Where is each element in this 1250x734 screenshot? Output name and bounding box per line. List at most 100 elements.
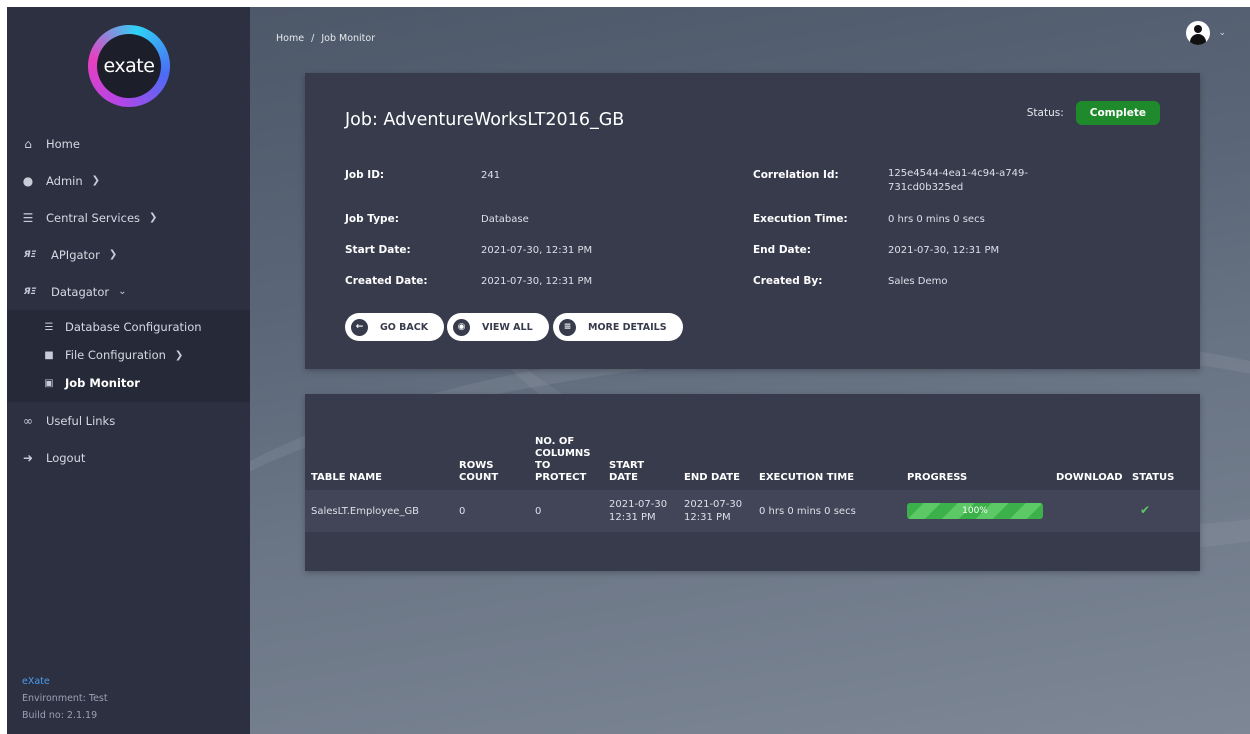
main-nav: ⌂ Home ● Admin ❯ ☰ Central Services ❯ ЯΞ…: [7, 125, 250, 310]
go-back-label: GO BACK: [380, 321, 429, 333]
sidebar-item-label: Central Services: [46, 210, 141, 225]
sidebar-item-file-configuration[interactable]: ■ File Configuration ❯: [7, 341, 250, 369]
cell-start-date: 2021-07-30 12:31 PM: [603, 490, 678, 532]
avatar-icon[interactable]: [1186, 21, 1211, 45]
chevron-right-icon: ❯: [149, 212, 158, 223]
arrow-left-icon: ←: [351, 318, 368, 336]
more-details-button[interactable]: ≡ MORE DETAILS: [553, 313, 683, 341]
chevron-down-icon[interactable]: ⌄: [1218, 28, 1226, 38]
chevron-down-icon: ⌄: [118, 286, 127, 297]
cell-execution-time: 0 hrs 0 mins 0 secs: [759, 505, 856, 517]
correlation-id-line1: 125e4544-4ea1-4c94-a749-: [888, 168, 1028, 179]
job-id-value: 241: [481, 170, 501, 181]
start-date-time: 12:31 PM: [609, 512, 656, 523]
status-label: Status:: [1026, 107, 1064, 119]
sidebar-item-label: File Configuration: [65, 348, 166, 362]
chevron-right-icon: ❯: [108, 249, 118, 260]
avatar-body: [1190, 34, 1207, 45]
cell-rows-count: 0: [459, 505, 466, 517]
eye-icon: ◉: [453, 318, 470, 336]
go-back-button[interactable]: ← GO BACK: [345, 313, 445, 341]
more-details-label: MORE DETAILS: [588, 321, 667, 333]
footer-brand[interactable]: eXate: [22, 673, 108, 690]
sidebar-item-central-services[interactable]: ☰ Central Services ❯: [7, 199, 250, 236]
end-date-date: 2021-07-30: [684, 499, 743, 510]
job-type-label: Job Type:: [345, 213, 399, 225]
col-columns-to-protect[interactable]: NO. OF COLUMNS TO PROTECT: [529, 422, 603, 490]
col-download[interactable]: DOWNLOAD: [1050, 422, 1126, 490]
sidebar-item-label: Database Configuration: [65, 320, 202, 334]
cell-download: [1050, 490, 1126, 532]
execution-time-value: 0 hrs 0 mins 0 secs: [888, 214, 985, 225]
exate-logo[interactable]: exate: [82, 19, 175, 113]
job-type-value: Database: [481, 214, 529, 225]
col-cols-line4: PROTECT: [535, 472, 587, 483]
start-date-date: 2021-07-30: [609, 499, 668, 510]
sidebar-item-useful-links[interactable]: ∞ Useful Links: [7, 402, 250, 439]
col-execution-time[interactable]: EXECUTION TIME: [753, 422, 901, 490]
cell-progress: 100%: [901, 490, 1050, 532]
sidebar-item-label: Home: [46, 136, 80, 151]
end-date-time: 12:31 PM: [684, 512, 731, 523]
cell-end-date: 2021-07-30 12:31 PM: [678, 490, 753, 532]
briefcase-icon: ▣: [44, 377, 54, 389]
job-id-label: Job ID:: [345, 169, 385, 181]
page-title: Job: AdventureWorksLT2016_GB: [345, 110, 625, 130]
table-header-row: TABLE NAME ROWS COUNT NO. OF COLUMNS TO …: [305, 422, 1200, 490]
breadcrumb-current: Job Monitor: [321, 33, 376, 44]
sidebar-item-home[interactable]: ⌂ Home: [7, 125, 250, 162]
col-status[interactable]: STATUS: [1126, 422, 1200, 490]
view-all-button[interactable]: ◉ VIEW ALL: [447, 313, 549, 341]
job-tables: TABLE NAME ROWS COUNT NO. OF COLUMNS TO …: [305, 422, 1200, 532]
logout-icon: ➜: [22, 450, 34, 465]
col-cols-line3: TO: [535, 460, 551, 471]
sidebar-footer: eXate Environment: Test Build no: 2.1.19: [22, 673, 108, 724]
logo-area: exate: [7, 7, 250, 125]
end-date-value: 2021-07-30, 12:31 PM: [888, 245, 1000, 256]
sidebar-item-label: Logout: [46, 450, 86, 465]
footer-environment: Environment: Test: [22, 693, 108, 704]
sidebar-item-label: Admin: [46, 173, 83, 188]
sidebar-item-label: Datagator: [51, 284, 110, 299]
sidebar-item-admin[interactable]: ● Admin ❯: [7, 162, 250, 199]
sidebar-item-job-monitor[interactable]: ▣ Job Monitor: [7, 369, 250, 397]
cell-table-name: SalesLT.Employee_GB: [311, 505, 420, 517]
avatar-head: [1194, 25, 1203, 33]
link-icon: ∞: [23, 413, 33, 428]
database-icon: ☰: [44, 321, 54, 333]
sidebar-item-label: APIgator: [51, 247, 100, 262]
col-progress[interactable]: PROGRESS: [901, 422, 1050, 490]
correlation-id-line2: 731cd0b325ed: [888, 182, 964, 193]
footer-build: Build no: 2.1.19: [22, 710, 98, 721]
cell-columns-to-protect: 0: [535, 505, 542, 517]
col-table-name[interactable]: TABLE NAME: [305, 422, 453, 490]
datagator-icon: ЯΞ: [23, 286, 37, 297]
table-row[interactable]: SalesLT.Employee_GB 0 0 2021-07-30 12:31…: [305, 490, 1200, 532]
sidebar: exate ⌂ Home ● Admin ❯ ☰ Central Service…: [7, 7, 250, 734]
sidebar-item-label: Useful Links: [46, 413, 116, 428]
start-date-value: 2021-07-30, 12:31 PM: [481, 245, 593, 256]
col-rows-count[interactable]: ROWS COUNT: [453, 422, 529, 490]
layers-icon: ☰: [22, 210, 34, 225]
end-date-label: End Date:: [753, 244, 811, 256]
cell-status: ✔: [1126, 490, 1200, 532]
sidebar-item-datagator[interactable]: ЯΞ Datagator ⌄: [7, 273, 250, 310]
home-icon: ⌂: [24, 136, 32, 151]
app-window: exate ⌂ Home ● Admin ❯ ☰ Central Service…: [7, 7, 1250, 734]
correlation-id-value: 125e4544-4ea1-4c94-a749- 731cd0b325ed: [888, 167, 1028, 195]
col-start-date[interactable]: START DATE: [603, 422, 678, 490]
users-icon: ●: [22, 173, 34, 188]
logo-inner: exate: [96, 34, 161, 98]
breadcrumb-home[interactable]: Home: [276, 33, 304, 44]
status-badge: Complete: [1075, 101, 1160, 125]
job-tables-card: TABLE NAME ROWS COUNT NO. OF COLUMNS TO …: [305, 394, 1200, 571]
check-icon: ✔: [1140, 503, 1151, 517]
sidebar-item-apigator[interactable]: ЯΞ APIgator ❯: [7, 236, 250, 273]
view-all-label: VIEW ALL: [482, 321, 533, 333]
sidebar-item-database-configuration[interactable]: ☰ Database Configuration: [7, 313, 250, 341]
chevron-right-icon: ❯: [91, 175, 101, 186]
col-end-date[interactable]: END DATE: [678, 422, 753, 490]
user-menu[interactable]: ⌄: [1186, 21, 1226, 45]
progress-bar: 100%: [907, 503, 1043, 519]
sidebar-item-logout[interactable]: ➜ Logout: [7, 439, 250, 476]
